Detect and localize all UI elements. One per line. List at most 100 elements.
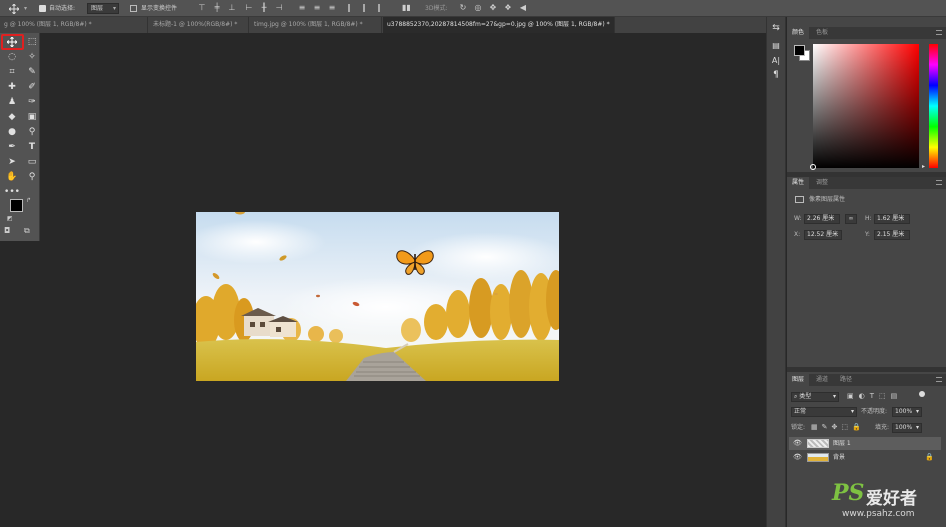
type-tool-icon[interactable]: T [24,140,40,154]
tab-swatches[interactable]: 色板 [811,27,833,39]
distribute-bottom-icon[interactable]: ≡ [328,4,336,13]
document-image[interactable] [196,212,559,381]
lock-icons[interactable]: ▦✎✥⬚🔒 [811,423,865,431]
doc-tab-4[interactable]: u3788852370,20287814508fm=27&gp=0.jpg @ … [383,17,615,33]
chevron-down-icon: ▾ [915,408,919,415]
magic-wand-tool-icon[interactable]: ✧ [24,50,40,64]
eraser-tool-icon[interactable]: ◆ [4,110,20,124]
doc-tab-2[interactable]: 未标题-1 @ 100%(RGB/8#) * [149,17,249,33]
y-label: Y: [865,231,870,238]
rectangle-tool-icon[interactable]: ▭ [24,155,40,169]
tab-channels[interactable]: 通道 [811,374,833,386]
drag3d-icon[interactable]: ✥ [489,4,497,13]
layer-filter-dropdown[interactable]: ⌕ 类型 ▾ [791,392,839,402]
foreground-color-swatch[interactable] [10,199,23,212]
tab-paths[interactable]: 路径 [835,374,857,386]
hue-slider-handle[interactable]: ▸ [922,163,925,170]
rotate3d-icon[interactable]: ↻ [459,4,467,13]
doc-tab-1[interactable]: g @ 100% (图层 1, RGB/8#) * [0,17,148,33]
panel-menu-icon[interactable] [936,30,942,35]
doc-tab-3[interactable]: timg.jpg @ 100% (图层 1, RGB/8#) * [250,17,382,33]
healing-brush-tool-icon[interactable]: ✚ [4,80,20,94]
blend-mode-dropdown[interactable]: 正常 ▾ [791,407,857,417]
history-panel-icon[interactable]: ⇆ [770,23,782,35]
distribute-vcenter-icon[interactable]: ≡ [313,4,321,13]
color-picker-cursor[interactable] [810,164,816,170]
character-panel-icon[interactable]: A| [770,56,782,68]
tab-layers[interactable]: 图层 [787,374,810,386]
move-tool-icon[interactable] [8,3,20,15]
x-field[interactable]: 12.52 厘米 [804,230,842,240]
lasso-tool-icon[interactable]: ◌ [4,50,20,64]
clone-stamp-tool-icon[interactable]: ♟ [4,95,20,109]
distribute-top-icon[interactable]: ≡ [298,4,306,13]
gradient-tool-icon[interactable]: ▣ [24,110,40,124]
crop-tool-icon[interactable]: ⌗ [4,65,20,79]
link-icon[interactable]: ∞ [845,214,857,224]
blur-tool-icon[interactable]: ● [4,125,20,139]
doc-tab-label: g @ 100% (图层 1, RGB/8#) * [4,21,92,28]
roll3d-icon[interactable]: ◎ [474,4,482,13]
quick-mask-icon[interactable]: ◘ [4,226,10,235]
move-tool-button[interactable] [4,35,20,49]
panel-menu-icon[interactable] [936,180,942,185]
show-transform-checkbox[interactable] [130,5,137,12]
distribute-right-icon[interactable]: ‖ [375,4,383,13]
show-transform-label: 显示变换控件 [141,5,178,12]
h-label: H: [865,215,872,222]
layer-name[interactable]: 背景 [833,451,845,464]
layer-filter-icons[interactable]: ▣◐T⬚▤ [847,392,902,400]
default-colors-icon[interactable]: ◩ [7,215,13,222]
path-selection-tool-icon[interactable]: ➤ [4,155,20,169]
align-right-icon[interactable]: ⊣ [275,4,283,13]
align-left-icon[interactable]: ⊢ [245,4,253,13]
visibility-eye-icon[interactable]: 👁 [793,437,802,450]
tool-preset-chevron-icon[interactable]: ▾ [24,4,27,13]
marquee-tool-icon[interactable]: ⬚ [24,35,40,49]
align-top-icon[interactable]: ⊤ [198,4,206,13]
zoom-tool-icon[interactable]: ⚲ [24,170,40,184]
distribute-left-icon[interactable]: ‖ [345,4,353,13]
opacity-field[interactable]: 100% ▾ [892,407,922,417]
align-hcenter-icon[interactable]: ╫ [260,4,268,13]
layer-name[interactable]: 图层 1 [833,437,851,450]
eyedropper-tool-icon[interactable]: ✎ [24,65,40,79]
layer-row[interactable]: 👁 背景 🔒 [789,451,941,464]
hue-slider[interactable] [929,44,938,168]
height-field[interactable]: 1.62 厘米 [874,214,910,224]
width-field[interactable]: 2.26 厘米 [804,214,840,224]
panel-menu-icon[interactable] [936,377,942,382]
slide3d-icon[interactable]: ❖ [504,4,512,13]
align-vcenter-icon[interactable]: ╪ [213,4,221,13]
brush-tool-icon[interactable]: ✐ [24,80,40,94]
align-bottom-icon[interactable]: ⊥ [228,4,236,13]
camera3d-icon[interactable]: ◀ [519,4,527,13]
canvas-area[interactable] [41,33,766,527]
more-tools-icon[interactable]: ••• [4,185,20,199]
auto-select-dropdown[interactable]: 图层 ▾ [87,3,119,14]
fill-field[interactable]: 100% ▾ [892,423,922,433]
pen-tool-icon[interactable]: ✒ [4,140,20,154]
tab-adjustments[interactable]: 调整 [811,177,833,189]
y-field[interactable]: 2.15 厘米 [874,230,910,240]
tab-color[interactable]: 颜色 [787,27,810,39]
color-fg-swatch[interactable] [794,45,805,56]
screen-mode-icon[interactable]: ⧉ [24,226,30,236]
visibility-eye-icon[interactable]: 👁 [793,451,802,464]
document-tab-bar: g @ 100% (图层 1, RGB/8#) * 未标题-1 @ 100%(R… [0,17,766,33]
tab-properties[interactable]: 属性 [787,177,810,189]
paragraph-panel-icon[interactable]: ¶ [770,70,782,82]
filter-toggle-icon[interactable] [919,391,925,397]
distribute-hcenter-icon[interactable]: ‖ [360,4,368,13]
libraries-panel-icon[interactable]: ▤ [770,41,782,53]
history-brush-tool-icon[interactable]: ✑ [24,95,40,109]
layer-row[interactable]: 👁 图层 1 [789,437,941,450]
properties-subtitle: 像素图层属性 [809,196,846,203]
swap-colors-icon[interactable]: ↱ [26,197,31,204]
chevron-down-icon: ▾ [850,408,854,415]
color-picker-field[interactable] [810,44,919,170]
auto-select-checkbox[interactable] [39,5,46,12]
dodge-tool-icon[interactable]: ⚲ [24,125,40,139]
auto-align-icon[interactable]: ▮▮ [402,4,411,13]
hand-tool-icon[interactable]: ✋ [4,170,20,184]
